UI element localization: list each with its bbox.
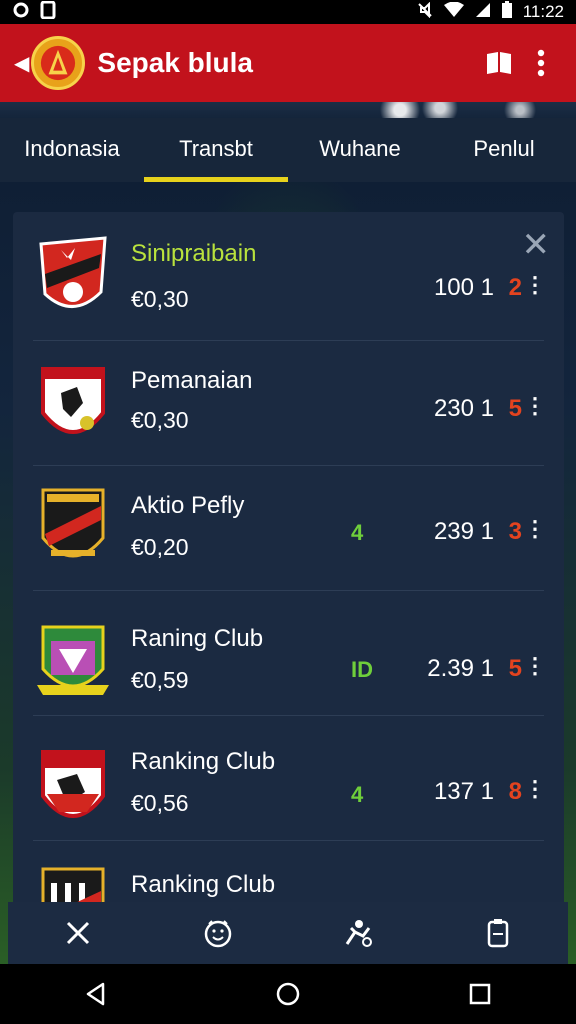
signal-icon [475,2,491,23]
wifi-icon [443,1,465,23]
home-icon[interactable] [258,969,318,1019]
club-score-red: 5 [508,395,522,422]
mute-icon [417,1,433,23]
smile-icon[interactable] [188,908,248,958]
club-name: Sinipraibain [131,240,257,267]
app-logo [31,36,86,90]
club-row[interactable]: Pemanaian €0,30 230 1 5 ⋮ [13,341,564,466]
club-score: 2.39 1 [427,655,494,682]
club-row[interactable]: Sinipraibain €0,30 100 1 2 ⋮ [13,216,564,341]
club-crest-icon [41,488,105,558]
club-crest-icon [41,750,105,818]
row-more-icon[interactable]: ⋮ [524,653,546,679]
tab-bar: Indonasia Transbt Wuhane Penlul [0,118,576,182]
club-odds: €0,30 [131,407,189,433]
clipboard-icon[interactable] [468,908,528,958]
system-navigation-bar [0,964,576,1024]
row-more-icon[interactable]: ⋮ [524,776,546,802]
club-score-red: 5 [508,655,522,682]
club-score: 230 1 [433,395,494,422]
club-odds: €0,56 [131,790,189,816]
status-bar: 11:22 [0,0,576,24]
status-time: 11:22 [522,2,564,21]
tab-wuhane[interactable]: Wuhane [288,118,432,182]
club-name: Pemanaian [131,367,253,394]
club-score-red: 3 [508,518,522,545]
close-icon[interactable] [48,908,108,958]
trend-indicator: ID [351,657,373,682]
club-score-red: 8 [508,778,522,805]
row-more-icon[interactable]: ⋮ [524,516,546,542]
trend-indicator: 4 [351,520,364,545]
sim-icon [40,0,56,24]
tab-penlul[interactable]: Penlul [432,118,576,182]
more-vert-icon[interactable] [520,42,562,84]
club-crest-icon [37,625,109,695]
club-score: 100 1 [433,274,494,301]
club-name: Ranking Club [131,871,276,898]
tab-indonasia[interactable]: Indonasia [0,118,144,182]
club-name: Aktio Pefly [131,492,245,519]
club-odds: €0,20 [131,534,189,560]
club-score: 239 1 [433,518,494,545]
app-title: Sepak blula [97,47,254,78]
club-list-card: ✕ Sinipraibain €0,30 100 1 2 ⋮ Pemanaian… [13,212,564,964]
club-odds: €0,59 [131,667,189,693]
recents-icon[interactable] [450,969,510,1019]
back-icon[interactable] [66,969,126,1019]
screen: 11:22 ◀ Sepak blula Indonasia Transbt Wu… [0,0,576,1024]
battery-icon [501,0,513,24]
club-score-red: 2 [508,274,522,301]
trend-indicator: 4 [351,782,364,807]
bottom-action-bar [8,902,568,964]
row-more-icon[interactable]: ⋮ [524,272,546,298]
player-icon[interactable] [328,908,388,958]
club-odds: €0,30 [131,286,189,312]
flag-icon[interactable] [478,42,520,84]
club-name: Ranking Club [131,748,276,775]
club-score: 137 1 [433,778,494,805]
location-icon [12,1,30,24]
club-row[interactable]: Aktio Pefly €0,20 4 239 1 3 ⋮ [13,466,564,591]
club-crest-icon [41,367,105,434]
club-crest-icon [39,236,107,308]
tab-transbt[interactable]: Transbt [144,118,288,182]
club-row[interactable]: Raning Club €0,59 ID 2.39 1 5 ⋮ [13,591,564,716]
app-bar: ◀ Sepak blula [0,24,576,102]
row-more-icon[interactable]: ⋮ [524,393,546,419]
club-row[interactable]: Ranking Club €0,56 4 137 1 8 ⋮ [13,716,564,841]
club-name: Raning Club [131,625,264,652]
back-arrow-icon[interactable]: ◀ [14,51,29,76]
